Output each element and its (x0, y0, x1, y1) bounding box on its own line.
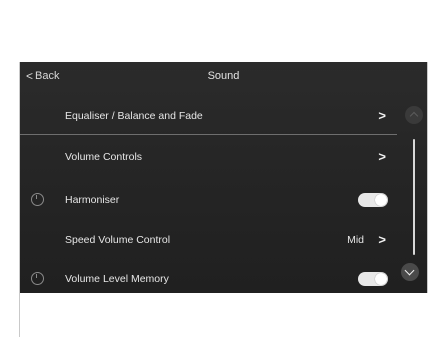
row-harmoniser[interactable]: Harmoniser (20, 180, 400, 220)
row-volume-controls[interactable]: Volume Controls > (20, 137, 400, 177)
power-circle-icon (31, 193, 44, 206)
row-equaliser[interactable]: Equaliser / Balance and Fade > (20, 96, 400, 136)
chevron-right-icon: > (378, 232, 386, 247)
volume-level-memory-toggle[interactable] (358, 272, 388, 286)
sound-settings-screen: < Back Sound Equaliser / Balance and Fad… (20, 62, 427, 293)
row-volume-level-memory[interactable]: Volume Level Memory (20, 259, 400, 293)
scroll-up-icon[interactable] (405, 106, 423, 124)
scrollbar[interactable] (413, 139, 415, 255)
row-label: Speed Volume Control (65, 234, 171, 246)
row-label: Volume Level Memory (65, 273, 169, 285)
harmoniser-toggle[interactable] (358, 193, 388, 207)
page-title: Sound (207, 70, 240, 82)
frame-border-right (427, 62, 428, 293)
chevron-right-icon: > (378, 149, 386, 164)
divider (20, 134, 397, 135)
row-label: Volume Controls (65, 151, 143, 163)
scroll-down-icon[interactable] (401, 263, 419, 281)
row-label: Harmoniser (65, 194, 120, 206)
power-circle-icon (31, 272, 44, 285)
chevron-right-icon: > (378, 108, 386, 123)
top-bar: < Back Sound (20, 62, 427, 92)
row-label: Equaliser / Balance and Fade (65, 110, 203, 122)
row-speed-volume-control[interactable]: Speed Volume Control Mid > (20, 220, 400, 260)
row-value: Mid (347, 234, 364, 246)
